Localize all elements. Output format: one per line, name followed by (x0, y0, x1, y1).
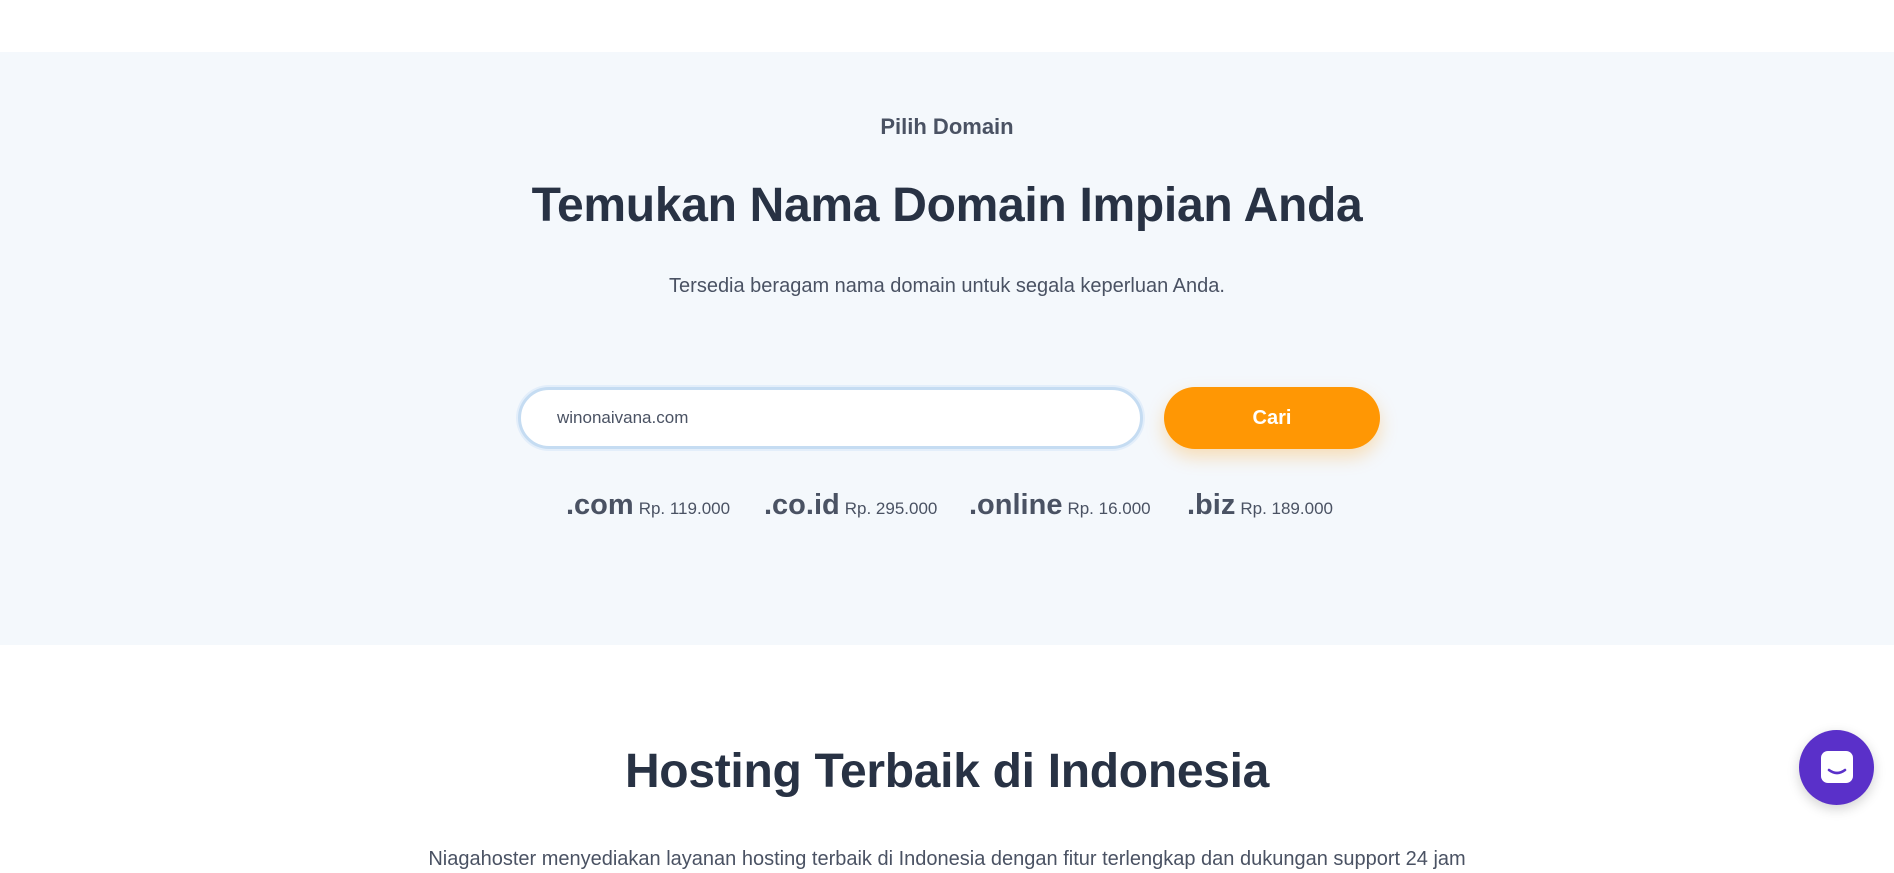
tld-price: Rp. 119.000 (638, 499, 731, 518)
tld-price: Rp. 16.000 (1067, 499, 1151, 518)
chat-launcher-button[interactable] (1799, 730, 1874, 805)
domain-search-input[interactable] (518, 387, 1143, 449)
search-button[interactable]: Cari (1164, 387, 1380, 449)
tld-price: Rp. 295.000 (844, 499, 938, 518)
tld-item-biz[interactable]: .biz Rp. 189.000 (1187, 489, 1333, 522)
tld-item-com[interactable]: .com Rp. 119.000 (566, 489, 730, 522)
tld-name: .online (969, 489, 1063, 521)
section-subtitle: Tersedia beragam nama domain untuk segal… (669, 275, 1225, 297)
hosting-section-title: Hosting Terbaik di Indonesia (624, 745, 1270, 798)
page-title: Temukan Nama Domain Impian Anda (531, 179, 1363, 232)
tld-item-co-id[interactable]: .co.id Rp. 295.000 (764, 489, 937, 522)
domain-search-section (0, 52, 1894, 645)
section-eyebrow: Pilih Domain (880, 114, 1014, 139)
hosting-section-description: Niagahoster menyediakan layanan hosting … (428, 848, 1466, 870)
tld-name: .com (566, 489, 634, 521)
tld-item-online[interactable]: .online Rp. 16.000 (969, 489, 1151, 522)
tld-name: .co.id (764, 489, 840, 521)
tld-name: .biz (1187, 489, 1236, 521)
tld-price: Rp. 189.000 (1240, 499, 1333, 518)
chat-bubble-icon (1821, 751, 1853, 783)
